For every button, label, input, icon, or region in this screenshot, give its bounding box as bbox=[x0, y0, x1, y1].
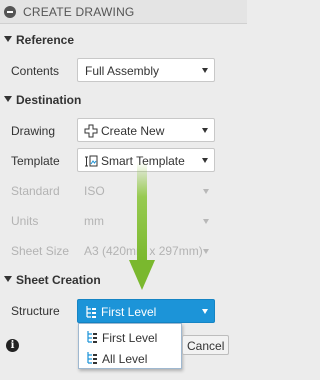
chevron-down-icon bbox=[202, 158, 208, 163]
info-icon[interactable]: i bbox=[6, 339, 19, 352]
template-dropdown[interactable]: Smart Template bbox=[77, 148, 215, 172]
chevron-down-icon bbox=[202, 309, 208, 314]
structure-label: Structure bbox=[11, 304, 60, 318]
menu-item-label: All Level bbox=[102, 352, 148, 366]
chevron-down-icon bbox=[203, 219, 209, 224]
plus-crosshair-icon bbox=[84, 124, 98, 138]
section-collapse-triangle-icon bbox=[4, 96, 12, 102]
chevron-down-icon bbox=[202, 128, 208, 133]
panel-titlebar: CREATE DRAWING bbox=[0, 0, 247, 24]
section-destination[interactable]: Destination bbox=[0, 90, 247, 110]
tree-structure-icon bbox=[87, 352, 97, 364]
section-collapse-triangle-icon bbox=[4, 276, 12, 282]
standard-value: ISO bbox=[84, 184, 105, 198]
contents-value: Full Assembly bbox=[85, 64, 160, 78]
drawing-value: Create New bbox=[101, 124, 165, 138]
section-collapse-triangle-icon bbox=[4, 36, 12, 42]
tree-structure-icon bbox=[87, 331, 97, 343]
section-reference[interactable]: Reference bbox=[0, 30, 247, 50]
collapse-icon[interactable] bbox=[4, 6, 16, 18]
panel-title: CREATE DRAWING bbox=[23, 5, 135, 19]
menu-item-label: First Level bbox=[102, 331, 158, 345]
sheet-size-value: A3 (420mm x 297mm) bbox=[84, 244, 203, 258]
contents-label: Contents bbox=[11, 64, 60, 78]
sheet-size-label: Sheet Size bbox=[11, 244, 70, 258]
menu-item-first-level[interactable]: First Level bbox=[79, 327, 181, 347]
drawing-dropdown[interactable]: Create New bbox=[77, 118, 215, 142]
template-label: Template bbox=[11, 154, 60, 168]
chevron-down-icon bbox=[203, 189, 209, 194]
standard-label: Standard bbox=[11, 184, 60, 198]
structure-options-menu: First Level All Level bbox=[78, 323, 182, 369]
template-value: Smart Template bbox=[101, 154, 185, 168]
units-label: Units bbox=[11, 214, 39, 228]
smart-template-icon bbox=[85, 155, 98, 167]
structure-value: First Level bbox=[101, 305, 157, 319]
section-destination-label: Destination bbox=[16, 93, 82, 107]
drawing-label: Drawing bbox=[11, 124, 56, 138]
units-value: mm bbox=[84, 214, 104, 228]
tree-structure-icon bbox=[86, 306, 96, 318]
section-reference-label: Reference bbox=[16, 33, 75, 47]
cancel-label: Cancel bbox=[187, 339, 225, 353]
contents-dropdown[interactable]: Full Assembly bbox=[77, 58, 215, 82]
chevron-down-icon bbox=[202, 68, 208, 73]
section-sheet-creation-label: Sheet Creation bbox=[16, 273, 101, 287]
cancel-button[interactable]: Cancel bbox=[182, 335, 229, 355]
menu-item-all-level[interactable]: All Level bbox=[79, 348, 181, 368]
chevron-down-icon bbox=[203, 249, 209, 254]
section-sheet-creation[interactable]: Sheet Creation bbox=[0, 270, 247, 290]
structure-dropdown[interactable]: First Level bbox=[77, 299, 215, 323]
